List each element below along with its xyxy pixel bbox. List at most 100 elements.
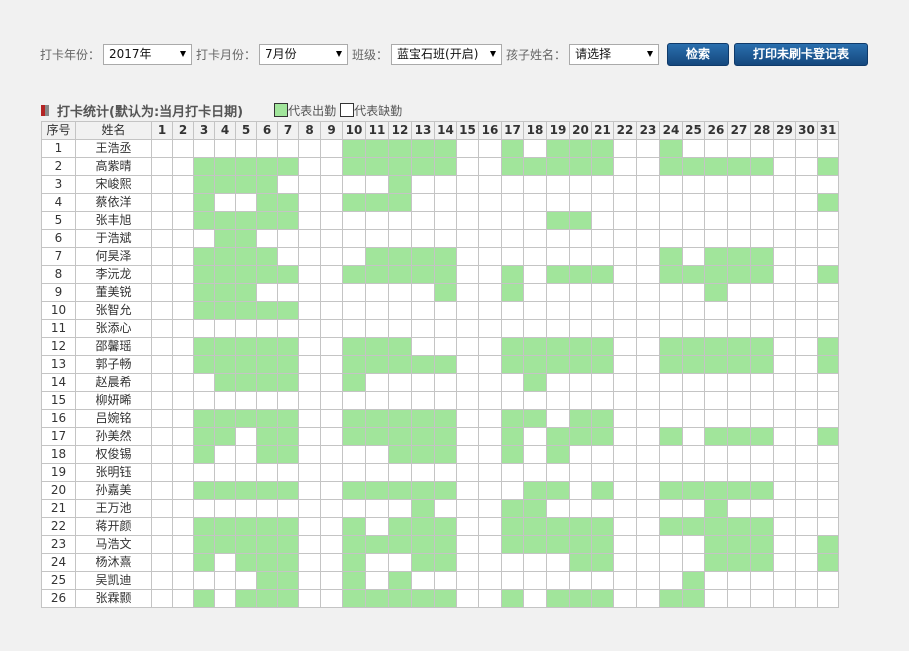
attendance-cell-absent	[478, 553, 502, 572]
attendance-cell-present	[682, 481, 705, 500]
attendance-cell-absent	[277, 499, 299, 518]
attendance-cell-absent	[750, 175, 774, 194]
attendance-cell-present	[214, 301, 236, 320]
attendance-cell-absent	[342, 319, 366, 338]
attendance-cell-absent	[172, 481, 194, 500]
attendance-cell-present	[750, 337, 774, 356]
child-name-select-value: 请选择	[575, 47, 612, 61]
class-select-value: 蓝宝石班(开启)	[397, 47, 479, 61]
attendance-cell-absent	[659, 571, 683, 590]
search-button[interactable]: 检索	[667, 43, 730, 66]
attendance-cell-present	[214, 535, 236, 554]
column-header-day-2: 2	[172, 121, 194, 140]
attendance-cell-absent	[795, 211, 818, 230]
attendance-cell-present	[591, 337, 614, 356]
attendance-cell-absent	[682, 391, 705, 410]
attendance-cell-present	[256, 553, 278, 572]
attendance-cell-present	[277, 409, 299, 428]
attendance-cell-absent	[569, 463, 592, 482]
attendance-cell-absent	[750, 193, 774, 212]
attendance-cell-present	[342, 157, 366, 176]
attendance-cell-absent	[569, 283, 592, 302]
attendance-cell-absent	[434, 463, 457, 482]
attendance-cell-absent	[773, 211, 796, 230]
attendance-cell-present	[193, 175, 215, 194]
attendance-cell-present	[193, 247, 215, 266]
attendance-cell-absent	[591, 571, 614, 590]
attendance-cell-present	[235, 247, 257, 266]
attendance-cell-present	[277, 157, 299, 176]
attendance-cell-absent	[523, 391, 547, 410]
attendance-cell-absent	[773, 175, 796, 194]
child-name: 王浩丞	[75, 139, 152, 158]
attendance-cell-absent	[434, 337, 457, 356]
attendance-cell-absent	[613, 337, 637, 356]
attendance-cell-present	[256, 211, 278, 230]
attendance-cell-absent	[682, 373, 705, 392]
attendance-cell-present	[256, 535, 278, 554]
attendance-cell-absent	[365, 229, 389, 248]
attendance-cell-present	[434, 553, 457, 572]
attendance-cell-absent	[501, 319, 524, 338]
class-select[interactable]: 蓝宝石班(开启)	[391, 44, 503, 65]
attendance-cell-absent	[320, 283, 343, 302]
attendance-cell-absent	[546, 409, 570, 428]
attendance-cell-present	[388, 193, 412, 212]
child-name-select[interactable]: 请选择	[569, 44, 660, 65]
attendance-cell-present	[411, 499, 435, 518]
child-name: 董美锐	[75, 283, 152, 302]
print-unswiped-register-button[interactable]: 打印未刷卡登记表	[734, 43, 869, 66]
attendance-cell-absent	[193, 463, 215, 482]
attendance-cell-present	[434, 535, 457, 554]
table-row: 6 于浩斌	[41, 229, 839, 248]
attendance-cell-present	[193, 157, 215, 176]
attendance-cell-absent	[320, 247, 343, 266]
table-row: 9 董美锐	[41, 283, 839, 302]
attendance-cell-present	[214, 373, 236, 392]
attendance-cell-absent	[411, 211, 435, 230]
attendance-cell-absent	[682, 283, 705, 302]
attendance-cell-present	[434, 445, 457, 464]
attendance-cell-absent	[613, 481, 637, 500]
attendance-cell-absent	[456, 589, 479, 608]
attendance-cell-absent	[636, 409, 660, 428]
attendance-cell-absent	[501, 175, 524, 194]
attendance-cell-absent	[795, 265, 818, 284]
year-select[interactable]: 2017年	[103, 44, 193, 65]
attendance-cell-absent	[456, 535, 479, 554]
attendance-cell-absent	[591, 283, 614, 302]
attendance-cell-present	[727, 427, 751, 446]
attendance-cell-absent	[773, 373, 796, 392]
attendance-cell-absent	[388, 373, 412, 392]
child-name: 王万池	[75, 499, 152, 518]
table-row: 24 杨沐熹	[41, 553, 839, 572]
attendance-cell-absent	[172, 301, 194, 320]
table-row: 13 郭子畅	[41, 355, 839, 374]
attendance-cell-absent	[151, 391, 173, 410]
attendance-cell-absent	[501, 463, 524, 482]
row-index: 5	[41, 211, 76, 230]
attendance-cell-absent	[298, 373, 321, 392]
attendance-cell-present	[523, 157, 547, 176]
attendance-cell-absent	[478, 409, 502, 428]
month-select[interactable]: 7月份	[259, 44, 349, 65]
row-index: 20	[41, 481, 76, 500]
attendance-cell-absent	[298, 229, 321, 248]
attendance-cell-absent	[342, 211, 366, 230]
attendance-cell-absent	[478, 265, 502, 284]
attendance-cell-absent	[456, 499, 479, 518]
attendance-cell-present	[256, 247, 278, 266]
attendance-cell-absent	[214, 589, 236, 608]
column-header-day-23: 23	[636, 121, 660, 140]
attendance-cell-absent	[501, 391, 524, 410]
attendance-cell-present	[235, 553, 257, 572]
attendance-cell-present	[214, 427, 236, 446]
attendance-cell-present	[591, 409, 614, 428]
attendance-cell-absent	[478, 319, 502, 338]
attendance-cell-absent	[659, 319, 683, 338]
attendance-cell-absent	[591, 373, 614, 392]
attendance-cell-present	[342, 373, 366, 392]
attendance-cell-absent	[727, 445, 751, 464]
attendance-cell-present	[277, 589, 299, 608]
child-name: 李沅龙	[75, 265, 152, 284]
